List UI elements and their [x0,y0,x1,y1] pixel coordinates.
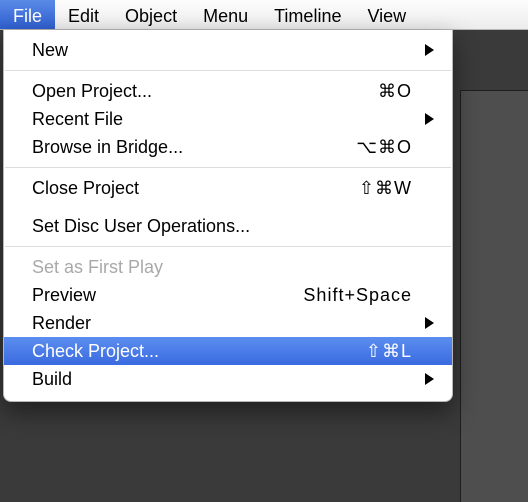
submenu-arrow-icon [412,369,434,390]
menu-item-browse-in-bridge[interactable]: Browse in Bridge... ⌥⌘O [4,133,452,161]
submenu-arrow-icon [412,109,434,130]
submenu-arrow-icon [412,40,434,61]
menu-separator [5,70,451,71]
menu-separator [5,167,451,168]
menu-item-shortcut: ⇧⌘W [349,178,412,199]
menu-item-label: Open Project... [32,81,368,102]
menu-item-label: New [32,40,412,61]
menubar-item-edit[interactable]: Edit [55,0,112,29]
menu-item-label: Recent File [32,109,412,130]
menu-item-label: Preview [32,285,293,306]
menubar: File Edit Object Menu Timeline View [0,0,528,30]
menu-item-set-as-first-play: Set as First Play [4,253,452,281]
menu-item-label: Browse in Bridge... [32,137,346,158]
menu-item-close-project[interactable]: Close Project ⇧⌘W [4,174,452,202]
menubar-item-object[interactable]: Object [112,0,190,29]
menubar-item-timeline[interactable]: Timeline [261,0,354,29]
menubar-item-view[interactable]: View [354,0,419,29]
menu-item-set-disc-user-operations[interactable]: Set Disc User Operations... [4,212,452,240]
menu-item-check-project[interactable]: Check Project... ⇧⌘L [4,337,452,365]
app-panel [460,90,528,502]
file-menu: New Open Project... ⌘O Recent File Brows… [3,30,453,402]
menu-item-open-project[interactable]: Open Project... ⌘O [4,77,452,105]
menu-item-render[interactable]: Render [4,309,452,337]
menu-item-label: Close Project [32,178,349,199]
menu-item-label: Build [32,369,412,390]
menu-separator [5,246,451,247]
menu-item-label: Render [32,313,412,334]
menu-item-label: Set Disc User Operations... [32,216,412,237]
menu-item-build[interactable]: Build [4,365,452,393]
menu-item-shortcut: Shift+Space [293,285,412,306]
menu-item-shortcut: ⌘O [368,81,412,102]
menubar-item-file[interactable]: File [0,0,55,29]
menu-item-shortcut: ⌥⌘O [346,137,412,158]
submenu-arrow-icon [412,313,434,334]
menu-item-preview[interactable]: Preview Shift+Space [4,281,452,309]
menu-item-new[interactable]: New [4,36,452,64]
menu-item-label: Check Project... [32,341,356,362]
menu-item-label: Set as First Play [32,257,412,278]
menubar-item-menu[interactable]: Menu [190,0,261,29]
menu-item-clipped [4,202,452,212]
menu-item-recent-file[interactable]: Recent File [4,105,452,133]
menu-item-shortcut: ⇧⌘L [356,341,412,362]
